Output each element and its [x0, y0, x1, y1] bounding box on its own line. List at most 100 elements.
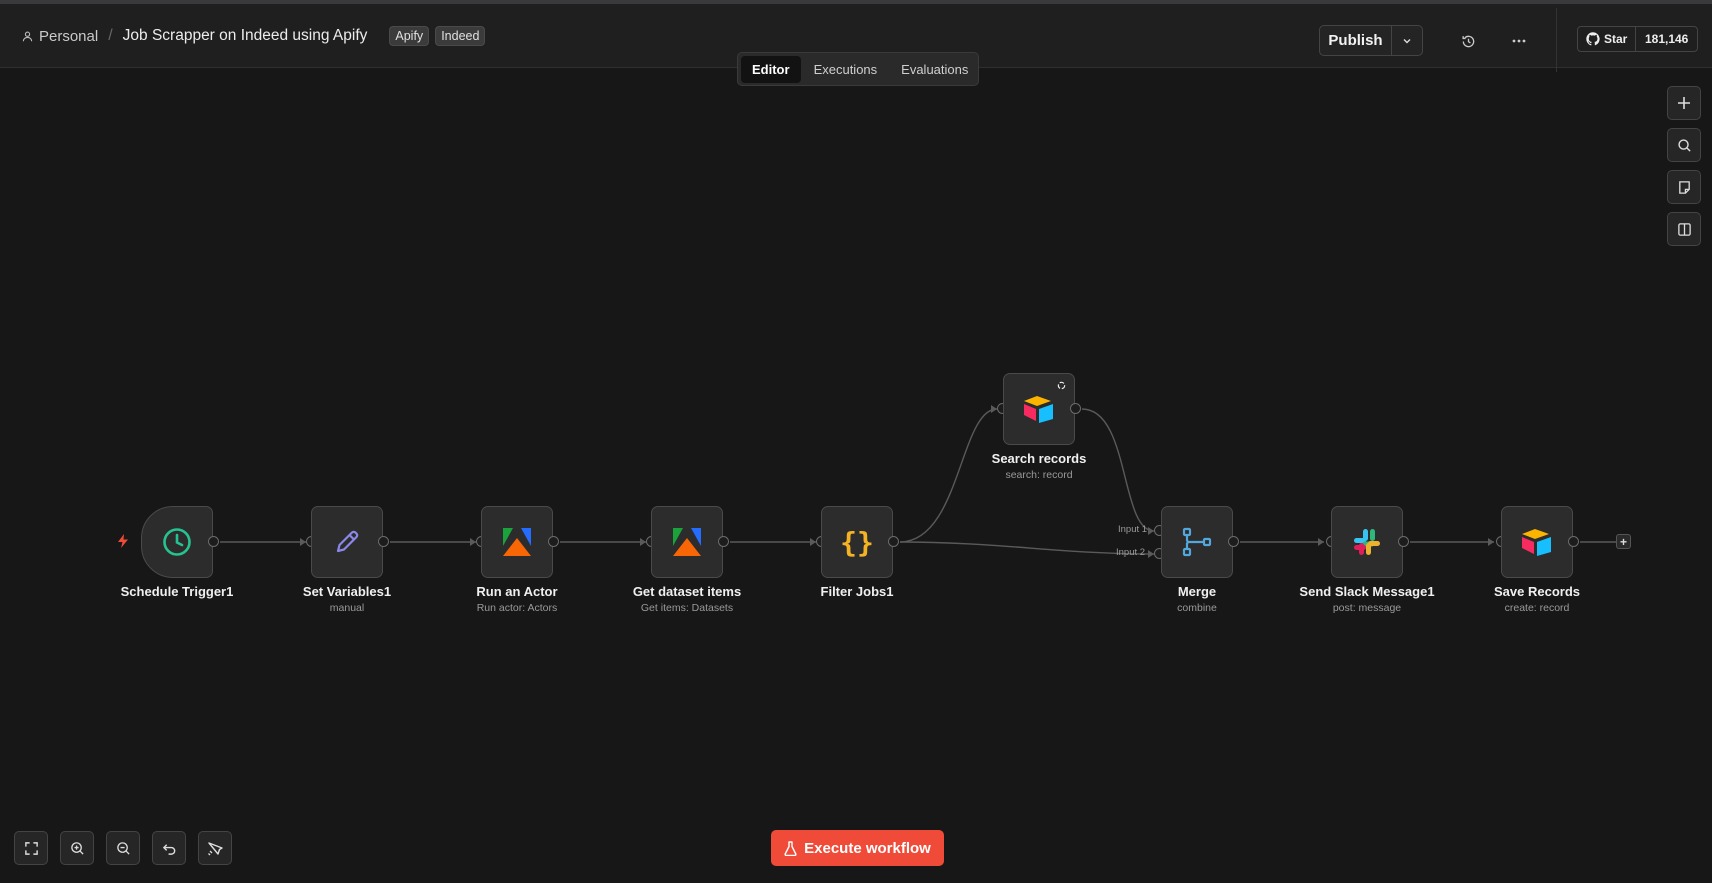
trigger-bolt-icon [118, 534, 128, 548]
history-button[interactable] [1455, 28, 1481, 54]
tidy-up-button[interactable] [198, 831, 232, 865]
tag-indeed[interactable]: Indeed [435, 26, 486, 46]
flask-icon [784, 840, 797, 856]
node-label: Merge [1177, 584, 1217, 599]
sticky-note-icon [1678, 180, 1690, 194]
arrow-head [1488, 538, 1494, 546]
add-node-panel-button[interactable] [1667, 86, 1701, 120]
more-horizontal-icon [1512, 39, 1526, 43]
execute-workflow-button[interactable]: Execute workflow [771, 830, 944, 866]
header-divider [1556, 8, 1557, 72]
publish-button[interactable]: Publish [1320, 26, 1392, 55]
output-port[interactable] [888, 536, 899, 547]
airtable-icon [1522, 529, 1551, 556]
undo-button[interactable] [152, 831, 186, 865]
node-subtitle: manual [329, 602, 365, 614]
node-subtitle: search: record [1005, 469, 1073, 481]
canvas-bottom-toolbar [14, 831, 232, 865]
output-port[interactable] [1070, 403, 1081, 414]
node-subtitle: Get items: Datasets [640, 602, 734, 614]
zoom-in-button[interactable] [60, 831, 94, 865]
output-port[interactable] [378, 536, 389, 547]
output-port[interactable] [1568, 536, 1579, 547]
node-get-dataset-items[interactable] [651, 506, 723, 578]
arrow-head [1318, 538, 1324, 546]
publish-options-button[interactable] [1392, 26, 1422, 55]
output-port[interactable] [1228, 536, 1239, 547]
node-subtitle: combine [1177, 602, 1217, 614]
zoom-in-icon [70, 841, 84, 855]
node-set-variables[interactable] [311, 506, 383, 578]
publish-button-group: Publish [1319, 25, 1423, 56]
node-sync-indicator-icon [1057, 381, 1066, 390]
node-search-records[interactable] [1003, 373, 1075, 445]
tag-apify[interactable]: Apify [389, 26, 430, 46]
node-label: Get dataset items [632, 584, 742, 599]
output-port[interactable] [208, 536, 219, 547]
workflow-canvas[interactable]: Schedule Trigger1 Set Variables1 manual … [0, 69, 1712, 883]
sticky-note-button[interactable] [1667, 170, 1701, 204]
zoom-out-button[interactable] [106, 831, 140, 865]
panel-icon [1677, 222, 1691, 236]
slack-icon [1354, 529, 1380, 555]
github-star-widget[interactable]: Star 181,146 [1577, 26, 1698, 52]
workflow-title[interactable]: Job Scrapper on Indeed using Apify [123, 27, 368, 45]
fit-view-button[interactable] [14, 831, 48, 865]
breadcrumb-project[interactable]: Personal [22, 28, 98, 45]
execute-workflow-label: Execute workflow [804, 839, 931, 857]
node-label: Search records [991, 451, 1087, 466]
tab-executions[interactable]: Executions [803, 56, 889, 83]
node-label: Schedule Trigger1 [120, 584, 234, 599]
search-button[interactable] [1667, 128, 1701, 162]
breadcrumb-separator: / [108, 27, 113, 44]
view-tabs: Editor Executions Evaluations [737, 52, 979, 86]
chevron-down-icon [1403, 38, 1411, 43]
node-label: Filter Jobs1 [820, 584, 894, 599]
github-star-count: 181,146 [1644, 32, 1689, 46]
tab-editor[interactable]: Editor [741, 55, 801, 83]
github-icon [1586, 32, 1600, 46]
output-port[interactable] [718, 536, 729, 547]
apify-icon [673, 528, 701, 556]
node-subtitle: create: record [1504, 602, 1570, 614]
tab-evaluations[interactable]: Evaluations [890, 56, 979, 83]
output-port[interactable] [548, 536, 559, 547]
apify-icon [503, 528, 531, 556]
canvas-side-toolbar [1667, 86, 1701, 246]
connection-lines [220, 405, 1616, 558]
merge-input2-label: Input 2 [1116, 547, 1146, 558]
more-options-button[interactable] [1506, 28, 1532, 54]
clock-icon [163, 528, 191, 556]
node-subtitle: post: message [1332, 602, 1402, 614]
history-icon [1462, 35, 1474, 47]
plus-icon [1678, 97, 1690, 109]
pencil-icon [336, 530, 359, 553]
merge-input1-label: Input 1 [1118, 524, 1148, 535]
node-label: Set Variables1 [302, 584, 392, 599]
node-schedule-trigger[interactable] [141, 506, 213, 578]
zoom-out-icon [116, 841, 130, 855]
node-save-records[interactable] [1501, 506, 1573, 578]
undo-icon [162, 843, 175, 855]
node-label: Run an Actor [476, 584, 558, 599]
user-icon [22, 31, 33, 41]
panel-toggle-button[interactable] [1667, 212, 1701, 246]
code-braces-icon: {} [840, 525, 874, 559]
search-icon [1677, 138, 1691, 152]
output-port[interactable] [1398, 536, 1409, 547]
node-subtitle: Run actor: Actors [476, 602, 558, 614]
node-run-actor[interactable] [481, 506, 553, 578]
add-node-button[interactable]: + [1616, 534, 1631, 549]
breadcrumb: Personal / Job Scrapper on Indeed using … [22, 4, 486, 68]
node-merge[interactable] [1161, 506, 1233, 578]
breadcrumb-project-label: Personal [39, 27, 99, 45]
github-star-label: Star [1604, 32, 1628, 46]
merge-icon [1182, 527, 1212, 557]
airtable-icon [1024, 396, 1053, 423]
node-label: Send Slack Message1 [1299, 584, 1435, 599]
node-send-slack-message[interactable] [1331, 506, 1403, 578]
node-filter-jobs[interactable]: {} [821, 506, 893, 578]
github-star-button[interactable]: Star [1578, 27, 1637, 51]
node-label: Save Records [1494, 584, 1580, 599]
fit-view-icon [24, 841, 38, 855]
